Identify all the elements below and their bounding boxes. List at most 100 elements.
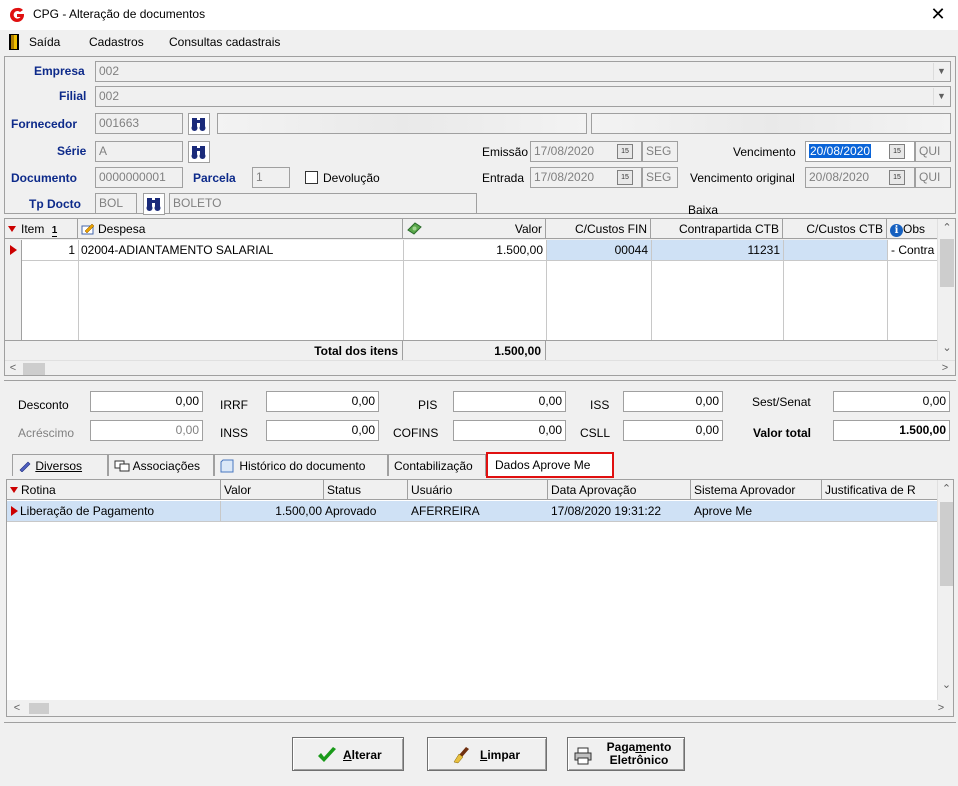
serie-field[interactable]: A — [95, 141, 183, 162]
total-items-value: 1.500,00 — [423, 341, 546, 360]
scroll-down-icon[interactable]: ⌄ — [938, 341, 955, 354]
cofins-field[interactable]: 0,00 — [453, 420, 566, 441]
cell-status: Aprovado — [325, 504, 377, 518]
cell-rotina: Liberação de Pagamento — [17, 501, 221, 521]
items-horizontal-scrollbar[interactable]: < > — [5, 360, 955, 375]
acrescimo-field[interactable]: 0,00 — [90, 420, 203, 441]
cofins-label: COFINS — [393, 426, 439, 440]
document-header-panel: Empresa 002 ▼ Filial 002 ▼ Fornecedor 00… — [4, 56, 956, 217]
inss-value: 0,00 — [351, 423, 375, 437]
chevron-down-icon[interactable]: ▼ — [933, 88, 949, 105]
column-obs[interactable]: i Obs — [887, 219, 937, 239]
scroll-thumb[interactable] — [940, 502, 953, 586]
column-usuario[interactable]: Usuário — [408, 480, 548, 500]
binoculars-icon[interactable] — [188, 141, 210, 163]
column-rotina[interactable]: Rotina — [7, 480, 221, 500]
scroll-up-icon[interactable]: ⌃ — [938, 221, 955, 234]
tab-associacoes[interactable]: Associações — [108, 454, 214, 476]
scroll-up-icon[interactable]: ⌃ — [938, 482, 953, 495]
emissao-date: 17/08/2020 — [534, 144, 595, 158]
items-total-row: Total dos itens 1.500,00 — [5, 340, 937, 360]
tab-contabilizacao[interactable]: Contabilização — [388, 454, 486, 476]
close-icon[interactable]: ✕ — [926, 3, 950, 25]
calendar-icon[interactable]: 15 — [889, 170, 905, 185]
checkmark-icon — [318, 747, 336, 762]
column-ccustos-ctb[interactable]: C/Custos CTB — [783, 219, 887, 239]
column-valor-aprov[interactable]: Valor — [221, 480, 324, 500]
scroll-right-icon[interactable]: > — [935, 702, 947, 714]
printer-icon — [574, 747, 592, 765]
cofins-value: 0,00 — [538, 423, 562, 437]
column-despesa[interactable]: Despesa — [78, 219, 403, 239]
scroll-right-icon[interactable]: > — [939, 362, 951, 374]
menu-bar: Saída Cadastros Consultas cadastrais — [0, 30, 958, 54]
calendar-icon[interactable]: 15 — [617, 144, 633, 159]
emissao-label: Emissão — [482, 145, 529, 159]
irrf-field[interactable]: 0,00 — [266, 391, 379, 412]
chevron-down-icon[interactable]: ▼ — [933, 63, 949, 80]
filial-combo[interactable]: 002 ▼ — [95, 86, 951, 107]
tp-docto-field[interactable]: BOL — [95, 193, 137, 214]
devolucao-checkbox[interactable] — [305, 171, 318, 184]
serie-value: A — [99, 144, 108, 158]
pagamento-eletronico-button[interactable]: Pagamento Eletrônico — [567, 737, 685, 771]
tp-docto-description: BOLETO — [169, 193, 477, 214]
edit-pencil-icon — [81, 223, 95, 235]
filial-label: Filial — [59, 89, 87, 103]
menu-cadastros[interactable]: Cadastros — [89, 35, 144, 49]
column-contrapartida-ctb[interactable]: Contrapartida CTB — [651, 219, 783, 239]
pis-field[interactable]: 0,00 — [453, 391, 566, 412]
cell-despesa: 02004-ADIANTAMENTO SALARIAL — [81, 243, 274, 257]
approval-vertical-scrollbar[interactable]: ⌃ ⌄ — [937, 480, 953, 700]
scroll-left-icon[interactable]: < — [7, 362, 19, 374]
table-row[interactable]: 1 02004-ADIANTAMENTO SALARIAL 1.500,00 0… — [22, 240, 937, 261]
limpar-button[interactable]: Limpar — [427, 737, 547, 771]
fornecedor-code-field[interactable]: 001663 — [95, 113, 183, 134]
menu-saida[interactable]: Saída — [29, 35, 60, 49]
items-grid: Item 1 Despesa Valor C/Custos FIN Contra… — [4, 218, 956, 376]
documento-field[interactable]: 0000000001 — [95, 167, 183, 188]
fornecedor-extra-field — [591, 113, 951, 134]
scroll-left-icon[interactable]: < — [11, 702, 23, 714]
column-item[interactable]: Item 1 — [5, 219, 78, 239]
iss-field[interactable]: 0,00 — [623, 391, 723, 412]
approval-horizontal-scrollbar[interactable]: < > — [7, 700, 953, 716]
column-status[interactable]: Status — [324, 480, 408, 500]
column-sistema-aprovador[interactable]: Sistema Aprovador — [691, 480, 822, 500]
broom-icon — [453, 747, 469, 764]
scroll-thumb[interactable] — [940, 239, 954, 287]
h-scroll-thumb[interactable] — [29, 703, 49, 714]
title-bar: CPG - Alteração de documentos ✕ — [0, 0, 958, 30]
entrada-weekday: SEG — [642, 167, 678, 188]
h-scroll-thumb[interactable] — [23, 363, 45, 375]
alterar-label: Alterar — [343, 748, 382, 762]
empresa-combo[interactable]: 002 ▼ — [95, 61, 951, 82]
column-ccustos-fin[interactable]: C/Custos FIN — [546, 219, 651, 239]
sest-senat-field[interactable]: 0,00 — [833, 391, 950, 412]
tab-diversos-label: Diversos — [35, 459, 83, 473]
desconto-field[interactable]: 0,00 — [90, 391, 203, 412]
emissao-weekday: SEG — [642, 141, 678, 162]
valor-total-field: 1.500,00 — [833, 420, 950, 441]
binoculars-icon[interactable] — [188, 113, 210, 135]
parcela-field[interactable]: 1 — [252, 167, 290, 188]
menu-consultas-cadastrais[interactable]: Consultas cadastrais — [169, 35, 280, 49]
tab-historico-documento[interactable]: Histórico do documento — [214, 454, 388, 476]
scroll-down-icon[interactable]: ⌄ — [938, 678, 953, 691]
irrf-value: 0,00 — [351, 394, 375, 408]
calendar-icon[interactable]: 15 — [889, 144, 905, 159]
column-data-aprovacao[interactable]: Data Aprovação — [548, 480, 691, 500]
tab-diversos[interactable]: Diversos — [12, 454, 108, 476]
cell-sistema-aprovador: Aprove Me — [694, 504, 753, 518]
csll-field[interactable]: 0,00 — [623, 420, 723, 441]
binoculars-icon[interactable] — [143, 193, 165, 215]
table-row[interactable]: Liberação de Pagamento 1.500,00 Aprovado… — [7, 501, 937, 522]
alterar-button[interactable]: Alterar — [292, 737, 404, 771]
pagamento-eletronico-label: Pagamento Eletrônico — [606, 740, 672, 767]
column-valor[interactable]: Valor — [423, 219, 546, 239]
tab-dados-aprove-me[interactable]: Dados Aprove Me — [486, 452, 614, 478]
inss-field[interactable]: 0,00 — [266, 420, 379, 441]
column-justificativa[interactable]: Justificativa de R — [822, 480, 937, 500]
calendar-icon[interactable]: 15 — [617, 170, 633, 185]
items-vertical-scrollbar[interactable]: ⌃ ⌄ — [937, 219, 955, 360]
